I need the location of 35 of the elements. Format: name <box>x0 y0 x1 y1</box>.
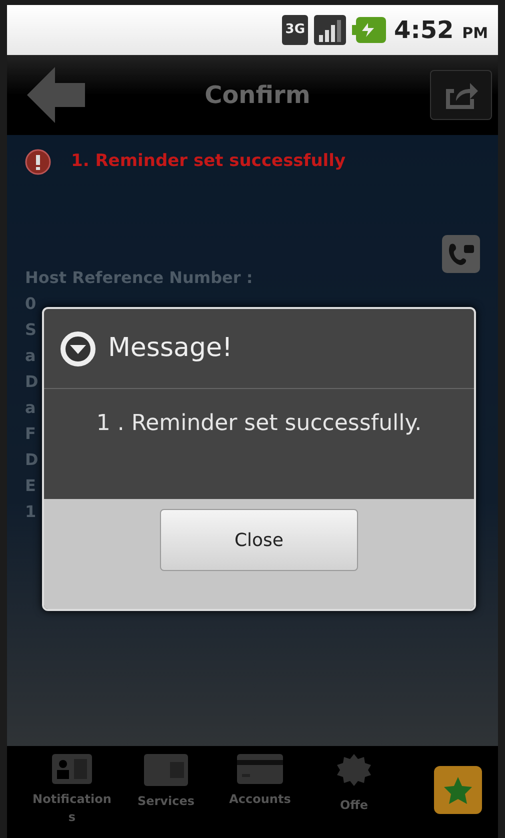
field-text: a <box>25 345 36 367</box>
field-text: 1 <box>25 501 36 523</box>
back-arrow-icon[interactable] <box>27 67 85 123</box>
dialog-title: Message! <box>108 332 232 365</box>
battery-icon <box>352 15 388 45</box>
chevron-circle-icon <box>60 330 96 366</box>
field-text: 0 <box>25 293 36 315</box>
network-type: 3G <box>282 15 308 45</box>
phone-icon <box>446 241 476 267</box>
share-button[interactable] <box>430 70 492 120</box>
tab[interactable]: Notifications <box>27 754 117 826</box>
field-text: F <box>25 423 36 445</box>
favorite-button[interactable] <box>434 766 482 814</box>
tab[interactable]: Offe <box>309 754 399 814</box>
signal-icon <box>314 15 346 45</box>
field-label: Host Reference Number : <box>25 267 253 289</box>
tab[interactable]: Services <box>121 754 211 810</box>
call-button[interactable] <box>442 235 480 273</box>
field-text: S <box>25 319 37 341</box>
close-button[interactable]: Close <box>160 509 358 571</box>
field-text: a <box>25 397 36 419</box>
star-icon <box>443 775 473 805</box>
dialog-message: 1 . Reminder set successfully. <box>96 411 422 436</box>
alert-icon <box>25 149 51 175</box>
tab[interactable]: Accounts <box>215 754 305 808</box>
wallet-icon <box>144 754 188 786</box>
field-text: E <box>25 475 36 497</box>
field-text: D <box>25 449 38 471</box>
share-icon <box>444 81 478 109</box>
card-icon <box>237 754 283 784</box>
screen-title: Confirm <box>204 80 310 111</box>
field-text: D <box>25 371 38 393</box>
alert-message: 1. Reminder set successfully <box>71 150 346 174</box>
clock: 4:52 PM <box>394 15 488 46</box>
contact-card-icon <box>52 754 92 784</box>
